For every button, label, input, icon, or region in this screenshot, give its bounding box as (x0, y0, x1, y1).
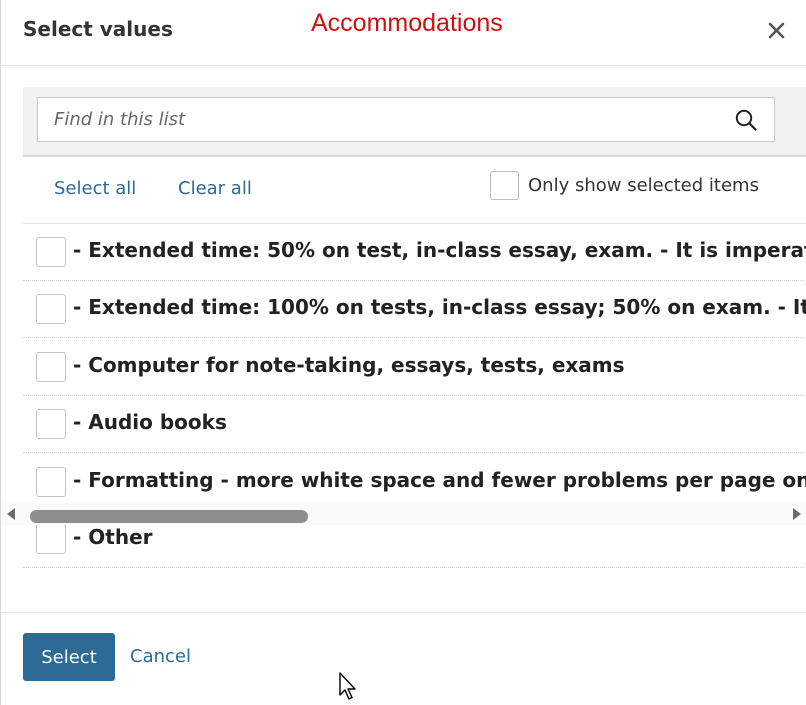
search-icon[interactable] (734, 108, 758, 132)
select-all-link[interactable]: Select all (54, 178, 136, 199)
search-input[interactable] (39, 99, 719, 140)
select-button[interactable]: Select (23, 633, 115, 681)
item-checkbox[interactable] (36, 352, 66, 382)
scroll-right-icon[interactable] (793, 508, 801, 520)
item-checkbox[interactable] (36, 409, 66, 439)
horizontal-scrollbar[interactable] (1, 503, 806, 525)
item-checkbox[interactable] (36, 524, 66, 554)
item-checkbox[interactable] (36, 294, 66, 324)
item-label: - Extended time: 100% on tests, in-class… (73, 295, 806, 319)
close-icon[interactable] (764, 18, 790, 44)
item-checkbox[interactable] (36, 467, 66, 497)
annotation-label: Accommodations (311, 9, 503, 37)
item-checkbox[interactable] (36, 237, 66, 267)
clear-all-link[interactable]: Clear all (178, 178, 252, 199)
only-show-selected-checkbox[interactable] (490, 171, 519, 200)
dialog-body: Select all Clear all Only show selected … (23, 87, 806, 612)
only-show-selected-label: Only show selected items (528, 175, 759, 196)
list-actions: Select all Clear all Only show selected … (23, 157, 806, 224)
search-box (37, 97, 775, 142)
item-label: - Formatting - more white space and fewe… (73, 468, 806, 492)
mouse-pointer-icon (338, 671, 358, 701)
scroll-left-icon[interactable] (7, 508, 15, 520)
list-item[interactable]: - Extended time: 100% on tests, in-class… (23, 281, 806, 338)
scrollbar-thumb[interactable] (30, 510, 308, 523)
dialog-footer: Select Cancel (1, 612, 806, 705)
list-item[interactable]: - Audio books (23, 396, 806, 453)
select-values-dialog: Select values Accommodations Select all (0, 0, 806, 705)
search-area (23, 87, 806, 157)
item-label: - Other (73, 525, 153, 549)
item-label: - Computer for note-taking, essays, test… (73, 353, 625, 377)
item-label: - Extended time: 50% on test, in-class e… (73, 238, 806, 262)
list-item[interactable]: - Extended time: 50% on test, in-class e… (23, 224, 806, 281)
dialog-header: Select values Accommodations (1, 0, 806, 66)
dialog-title: Select values (23, 17, 173, 41)
list-item[interactable]: - Computer for note-taking, essays, test… (23, 339, 806, 396)
cancel-button[interactable]: Cancel (130, 646, 191, 667)
item-label: - Audio books (73, 410, 227, 434)
